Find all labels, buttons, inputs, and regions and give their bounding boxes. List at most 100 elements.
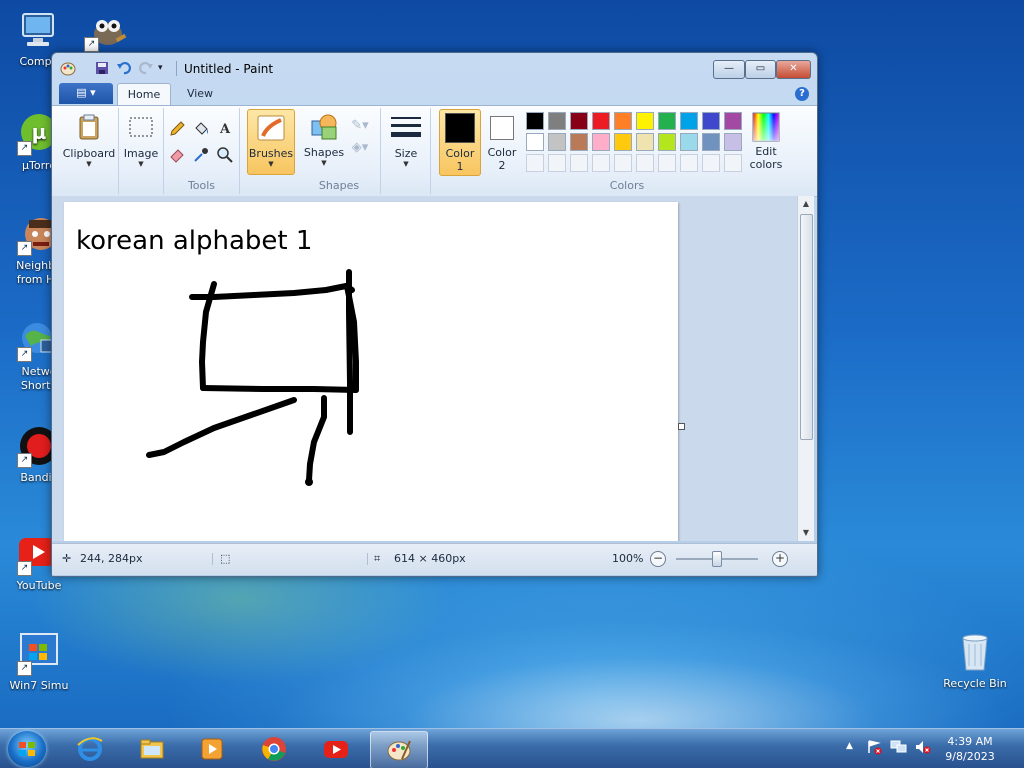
title-bar[interactable]: ▾ Untitled - Paint — ▭ ✕ <box>52 53 817 83</box>
clock-time: 4:39 AM <box>947 735 993 748</box>
fill-icon[interactable]: ◈▾ <box>350 138 370 158</box>
zoom-slider-thumb[interactable] <box>712 551 722 567</box>
custom-color-slot[interactable] <box>614 154 632 172</box>
scrollbar-thumb[interactable] <box>800 214 813 440</box>
palette-swatch[interactable] <box>614 112 632 130</box>
outline-icon[interactable]: ✎▾ <box>350 116 370 136</box>
zoom-slider[interactable] <box>676 551 758 567</box>
color1-label: Color 1 <box>445 147 475 173</box>
color-spectrum-icon <box>752 112 780 142</box>
palette-swatch[interactable] <box>702 112 720 130</box>
minimize-button[interactable]: — <box>713 60 745 79</box>
palette-swatch[interactable] <box>526 133 544 151</box>
taskbar-app-chrome[interactable] <box>246 731 302 767</box>
palette-swatch[interactable] <box>724 133 742 151</box>
image-button[interactable]: Image ▼ <box>121 112 161 169</box>
palette-swatch[interactable] <box>548 112 566 130</box>
fill-bucket-icon[interactable] <box>191 120 211 140</box>
pencil-icon[interactable] <box>167 120 187 140</box>
palette-swatch[interactable] <box>680 112 698 130</box>
tools-group-label: Tools <box>187 179 216 192</box>
redo-icon[interactable] <box>138 60 154 76</box>
scroll-down-icon[interactable]: ▼ <box>798 525 814 541</box>
brush-icon <box>255 112 287 144</box>
drawing-canvas[interactable]: korean alphabet 1 <box>64 202 678 541</box>
shapes-button[interactable]: Shapes ▼ <box>302 111 346 168</box>
vertical-scrollbar[interactable]: ▲ ▼ <box>797 196 814 541</box>
canvas-resize-handle[interactable] <box>678 423 685 430</box>
zoom-in-icon[interactable]: + <box>772 551 788 567</box>
maximize-button[interactable]: ▭ <box>745 60 776 79</box>
start-button[interactable] <box>8 731 46 767</box>
paint-app-icon[interactable] <box>60 60 76 76</box>
shortcut-arrow-icon: ↗ <box>84 37 99 52</box>
zoom-out-icon[interactable]: − <box>650 551 666 567</box>
custom-color-slot[interactable] <box>724 154 742 172</box>
help-icon[interactable]: ? <box>795 87 809 101</box>
custom-color-slot[interactable] <box>570 154 588 172</box>
group-clipboard: Clipboard ▼ <box>60 108 119 194</box>
custom-color-slot[interactable] <box>680 154 698 172</box>
color2-button[interactable]: Color 2 <box>482 112 522 172</box>
taskbar-app-paint[interactable] <box>370 731 428 768</box>
save-icon[interactable] <box>94 60 110 76</box>
show-hidden-icons-icon[interactable]: ▲ <box>846 741 853 751</box>
customize-quick-access-icon[interactable]: ▾ <box>158 60 174 76</box>
custom-color-slot[interactable] <box>592 154 610 172</box>
palette-swatch[interactable] <box>702 133 720 151</box>
custom-color-slot[interactable] <box>636 154 654 172</box>
tab-home[interactable]: Home <box>117 83 171 105</box>
select-icon <box>125 112 157 144</box>
custom-color-slot[interactable] <box>548 154 566 172</box>
network-icon[interactable] <box>890 739 908 758</box>
custom-color-slot[interactable] <box>526 154 544 172</box>
palette-swatch[interactable] <box>636 133 654 151</box>
desktop-icon-win7-simu[interactable]: ↗ Win7 Simu <box>0 632 78 693</box>
scroll-up-icon[interactable]: ▲ <box>798 196 814 212</box>
clock[interactable]: 4:39 AM 9/8/2023 <box>940 734 1000 764</box>
paint-menu-button[interactable]: ▤ ▾ <box>59 83 113 104</box>
palette-swatch[interactable] <box>658 133 676 151</box>
clipboard-button[interactable]: Clipboard ▼ <box>62 112 116 169</box>
desktop-icon-gimp[interactable]: ↗ <box>76 8 136 55</box>
taskbar-app-ie[interactable] <box>62 731 118 767</box>
canvas-workspace: korean alphabet 1 <box>52 196 797 541</box>
palette-swatch[interactable] <box>680 133 698 151</box>
palette-swatch[interactable] <box>570 112 588 130</box>
stroke-long-right <box>346 269 353 435</box>
taskbar-app-media[interactable] <box>184 731 240 767</box>
edit-colors-button[interactable]: Edit colors <box>744 112 788 171</box>
palette-swatch[interactable] <box>658 112 676 130</box>
taskbar-app-youtube[interactable] <box>308 731 364 767</box>
undo-icon[interactable] <box>116 60 132 76</box>
edit-colors-label: Edit colors <box>749 145 783 171</box>
magnifier-icon[interactable] <box>215 146 235 166</box>
palette-swatch[interactable] <box>592 133 610 151</box>
palette-swatch[interactable] <box>548 133 566 151</box>
shortcut-arrow-icon: ↗ <box>17 453 32 468</box>
taskbar-app-explorer[interactable] <box>124 731 180 767</box>
brushes-button[interactable]: Brushes ▼ <box>247 109 295 175</box>
custom-color-slot[interactable] <box>702 154 720 172</box>
palette-swatch[interactable] <box>636 112 654 130</box>
palette-swatch[interactable] <box>570 133 588 151</box>
palette-swatch[interactable] <box>724 112 742 130</box>
shapes-label: Shapes <box>303 146 345 159</box>
close-button[interactable]: ✕ <box>776 60 811 79</box>
palette-swatch[interactable] <box>526 112 544 130</box>
tab-view[interactable]: View <box>180 83 220 104</box>
desktop-icon-recycle-bin[interactable]: Recycle Bin <box>936 630 1014 691</box>
colors-group-label: Colors <box>609 179 645 192</box>
volume-muted-icon[interactable] <box>914 739 932 758</box>
size-button[interactable]: Size ▼ <box>386 112 426 169</box>
clipboard-icon <box>73 112 105 144</box>
text-tool-icon[interactable]: A <box>215 120 235 140</box>
palette-swatch[interactable] <box>614 133 632 151</box>
palette-swatch[interactable] <box>592 112 610 130</box>
status-bar: ✛ 244, 284px ⬚ ⌗ 614 × 460px 100% − + <box>52 543 817 575</box>
color-picker-icon[interactable] <box>191 146 211 166</box>
custom-color-slot[interactable] <box>658 154 676 172</box>
eraser-icon[interactable] <box>167 146 187 166</box>
color1-button[interactable]: Color 1 <box>439 109 481 176</box>
action-center-icon[interactable] <box>866 739 882 758</box>
